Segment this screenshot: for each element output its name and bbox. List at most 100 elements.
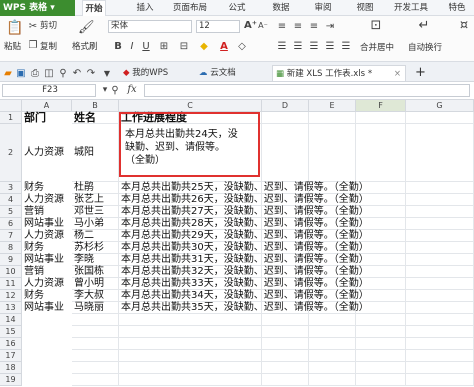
align-left-icon[interactable]: ☰ [276, 41, 288, 52]
cell-F2[interactable] [406, 124, 474, 182]
column-header-G[interactable]: G [406, 100, 474, 112]
menu-5[interactable]: 审阅 [308, 0, 338, 16]
cell-A18[interactable] [72, 362, 119, 374]
menu-6[interactable]: 视图 [350, 0, 380, 16]
cell-F7[interactable] [406, 230, 474, 242]
column-header-F[interactable]: F [356, 100, 406, 112]
row-header-11[interactable]: 11 [0, 278, 22, 290]
row-header-17[interactable]: 17 [0, 350, 22, 362]
paste-button[interactable]: 粘贴 [4, 42, 21, 52]
open-folder-icon[interactable]: ▰ [3, 68, 13, 79]
cell-F6[interactable] [406, 218, 474, 230]
cell-D16[interactable] [309, 338, 356, 350]
menu-1[interactable]: 插入 [132, 0, 158, 16]
cell-F15[interactable] [406, 326, 474, 338]
row-header-18[interactable]: 18 [0, 362, 22, 374]
cell-B18[interactable] [119, 362, 262, 374]
row-header-7[interactable]: 7 [0, 230, 22, 242]
row-header-9[interactable]: 9 [0, 254, 22, 266]
align-right-icon[interactable]: ☰ [308, 41, 320, 52]
grow-font-icon[interactable]: A⁺ [244, 20, 257, 31]
row-header-16[interactable]: 16 [0, 338, 22, 350]
cut-button[interactable]: 剪切 [40, 21, 57, 31]
column-header-E[interactable]: E [309, 100, 356, 112]
zoom-icon[interactable]: ⚲ [110, 85, 120, 96]
cell-E1[interactable] [356, 112, 406, 124]
cell-F3[interactable] [406, 182, 474, 194]
cell-A19[interactable] [72, 374, 119, 386]
align-top-icon[interactable]: ≡ [276, 21, 288, 32]
cell-D14[interactable] [309, 314, 356, 326]
cell-E2[interactable] [356, 124, 406, 182]
cell-D19[interactable] [309, 374, 356, 386]
cell-F19[interactable] [406, 374, 474, 386]
row-header-8[interactable]: 8 [0, 242, 22, 254]
copy-icon[interactable]: ❐ [28, 40, 38, 51]
justify-icon[interactable]: ☰ [324, 41, 336, 52]
cell-F11[interactable] [406, 278, 474, 290]
cell-F13[interactable] [406, 302, 474, 314]
redo-icon[interactable]: ↷ [86, 68, 96, 79]
align-center-icon[interactable]: ☰ [292, 41, 304, 52]
cell-F12[interactable] [406, 290, 474, 302]
underline-button[interactable]: U [142, 41, 150, 52]
tab-cloud-docs[interactable]: ☁ 云文档 [196, 65, 258, 81]
tab-active-file[interactable]: ▦ 新建 XLS 工作表.xls * × [272, 65, 406, 81]
formula-input[interactable] [144, 84, 470, 97]
cell-F10[interactable] [406, 266, 474, 278]
cell-E17[interactable] [356, 350, 406, 362]
merge-cells-icon[interactable]: ⊟ [178, 41, 190, 52]
number-format-icon[interactable]: ¤ [456, 19, 472, 32]
row-header-5[interactable]: 5 [0, 206, 22, 218]
cell-F1[interactable] [406, 112, 474, 124]
cell-ref-dropdown-icon[interactable]: ▾ [100, 85, 110, 96]
name-box[interactable]: F23 [2, 84, 96, 97]
cell-C16[interactable] [262, 338, 309, 350]
clear-format-icon[interactable]: ◇ [236, 41, 248, 52]
cell-F16[interactable] [406, 338, 474, 350]
select-all-corner[interactable] [0, 100, 22, 112]
menu-8[interactable]: 特色 [440, 0, 474, 16]
cell-B15[interactable] [119, 326, 262, 338]
cell-C17[interactable] [262, 350, 309, 362]
align-bottom-icon[interactable]: ≡ [308, 21, 320, 32]
font-size-select[interactable]: 12 [196, 20, 240, 33]
function-icon[interactable]: fx [124, 84, 140, 95]
menu-7[interactable]: 开发工具 [390, 0, 432, 16]
menu-2[interactable]: 页面布局 [166, 0, 214, 16]
row-header-12[interactable]: 12 [0, 290, 22, 302]
more-dropdown-icon[interactable]: ▼ [102, 68, 112, 79]
distribute-icon[interactable]: ☰ [340, 41, 352, 52]
undo-icon[interactable]: ↶ [72, 68, 82, 79]
cell-E15[interactable] [356, 326, 406, 338]
cut-icon[interactable]: ✂ [28, 21, 38, 32]
align-middle-icon[interactable]: ≡ [292, 21, 304, 32]
cell-C19[interactable] [262, 374, 309, 386]
new-tab-button[interactable]: + [412, 65, 428, 81]
cell-F9[interactable] [406, 254, 474, 266]
format-painter-icon[interactable]: 🖌 [78, 19, 95, 37]
cell-F5[interactable] [406, 206, 474, 218]
cell-D1[interactable] [309, 112, 356, 124]
cell-E19[interactable] [356, 374, 406, 386]
save-icon[interactable]: ▣ [16, 68, 26, 79]
menu-3[interactable]: 公式 [222, 0, 252, 16]
row-header-6[interactable]: 6 [0, 218, 22, 230]
cell-D18[interactable] [309, 362, 356, 374]
cell-B16[interactable] [119, 338, 262, 350]
cell-B17[interactable] [119, 350, 262, 362]
print-icon[interactable]: ⎙ [30, 68, 40, 79]
cell-C1[interactable] [262, 112, 309, 124]
row-header-2[interactable]: 2 [0, 124, 22, 182]
row-header-1[interactable]: 1 [0, 112, 22, 124]
paste-icon[interactable]: 📋 [6, 19, 23, 37]
row-header-3[interactable]: 3 [0, 182, 22, 194]
preview-icon[interactable]: ◫ [44, 68, 54, 79]
cell-A14[interactable] [72, 314, 119, 326]
cell-C2[interactable] [262, 124, 309, 182]
cell-F14[interactable] [406, 314, 474, 326]
cell-D15[interactable] [309, 326, 356, 338]
row-header-13[interactable]: 13 [0, 302, 22, 314]
cell-A17[interactable] [72, 350, 119, 362]
format-icon[interactable]: ⚲ [58, 68, 68, 79]
